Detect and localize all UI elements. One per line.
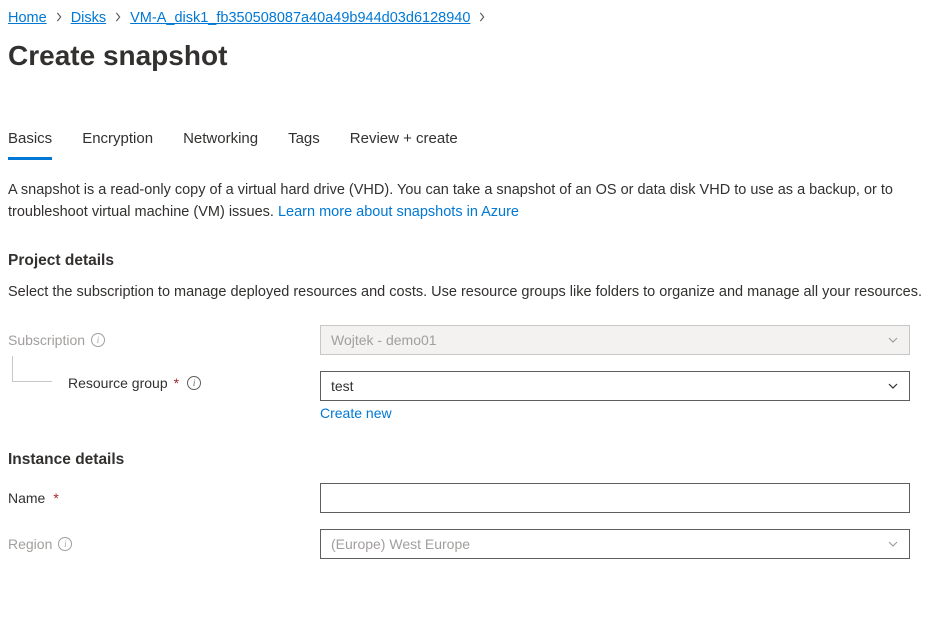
learn-more-link[interactable]: Learn more about snapshots in Azure	[278, 204, 519, 220]
tab-basics[interactable]: Basics	[8, 124, 52, 160]
section-title-instance-details: Instance details	[8, 451, 936, 469]
tab-tags[interactable]: Tags	[288, 124, 320, 160]
breadcrumb-home[interactable]: Home	[8, 10, 47, 26]
row-resource-group: Resource group * i test	[8, 371, 936, 401]
chevron-down-icon	[887, 538, 899, 550]
create-new-link[interactable]: Create new	[320, 405, 392, 421]
info-icon[interactable]: i	[187, 376, 201, 390]
name-input[interactable]	[320, 483, 910, 513]
chevron-right-icon	[114, 11, 122, 25]
label-resource-group: Resource group * i	[68, 375, 201, 391]
chevron-down-icon	[887, 380, 899, 392]
breadcrumb-disks[interactable]: Disks	[71, 10, 106, 26]
label-region-text: Region	[8, 536, 52, 552]
region-select: (Europe) West Europe	[320, 529, 910, 559]
label-region: Region i	[8, 536, 320, 552]
row-name: Name *	[8, 483, 936, 513]
info-icon[interactable]: i	[91, 333, 105, 347]
chevron-right-icon	[478, 11, 486, 25]
tab-review-create[interactable]: Review + create	[350, 124, 458, 160]
chevron-right-icon	[55, 11, 63, 25]
section-title-project-details: Project details	[8, 252, 936, 270]
region-value: (Europe) West Europe	[331, 536, 470, 552]
label-name: Name *	[8, 490, 320, 506]
required-asterisk: *	[174, 375, 179, 391]
page-title: Create snapshot	[8, 40, 936, 72]
row-subscription: Subscription i Wojtek - demo01	[8, 325, 936, 355]
section-desc-project-details: Select the subscription to manage deploy…	[8, 282, 928, 304]
chevron-down-icon	[887, 334, 899, 346]
subscription-select: Wojtek - demo01	[320, 325, 910, 355]
label-name-text: Name	[8, 490, 45, 506]
label-subscription-text: Subscription	[8, 332, 85, 348]
subscription-value: Wojtek - demo01	[331, 332, 437, 348]
tabs: Basics Encryption Networking Tags Review…	[8, 124, 936, 160]
info-icon[interactable]: i	[58, 537, 72, 551]
tab-description: A snapshot is a read-only copy of a virt…	[8, 180, 928, 224]
label-subscription: Subscription i	[8, 332, 320, 348]
tab-networking[interactable]: Networking	[183, 124, 258, 160]
resource-group-value: test	[331, 378, 354, 394]
row-region: Region i (Europe) West Europe	[8, 529, 936, 559]
tab-encryption[interactable]: Encryption	[82, 124, 153, 160]
breadcrumb-disk-resource[interactable]: VM-A_disk1_fb350508087a40a49b944d03d6128…	[130, 10, 470, 26]
required-asterisk: *	[53, 490, 58, 506]
label-resource-group-text: Resource group	[68, 375, 168, 391]
breadcrumb: Home Disks VM-A_disk1_fb350508087a40a49b…	[8, 10, 936, 26]
resource-group-select[interactable]: test	[320, 371, 910, 401]
indent-connector	[12, 356, 52, 382]
